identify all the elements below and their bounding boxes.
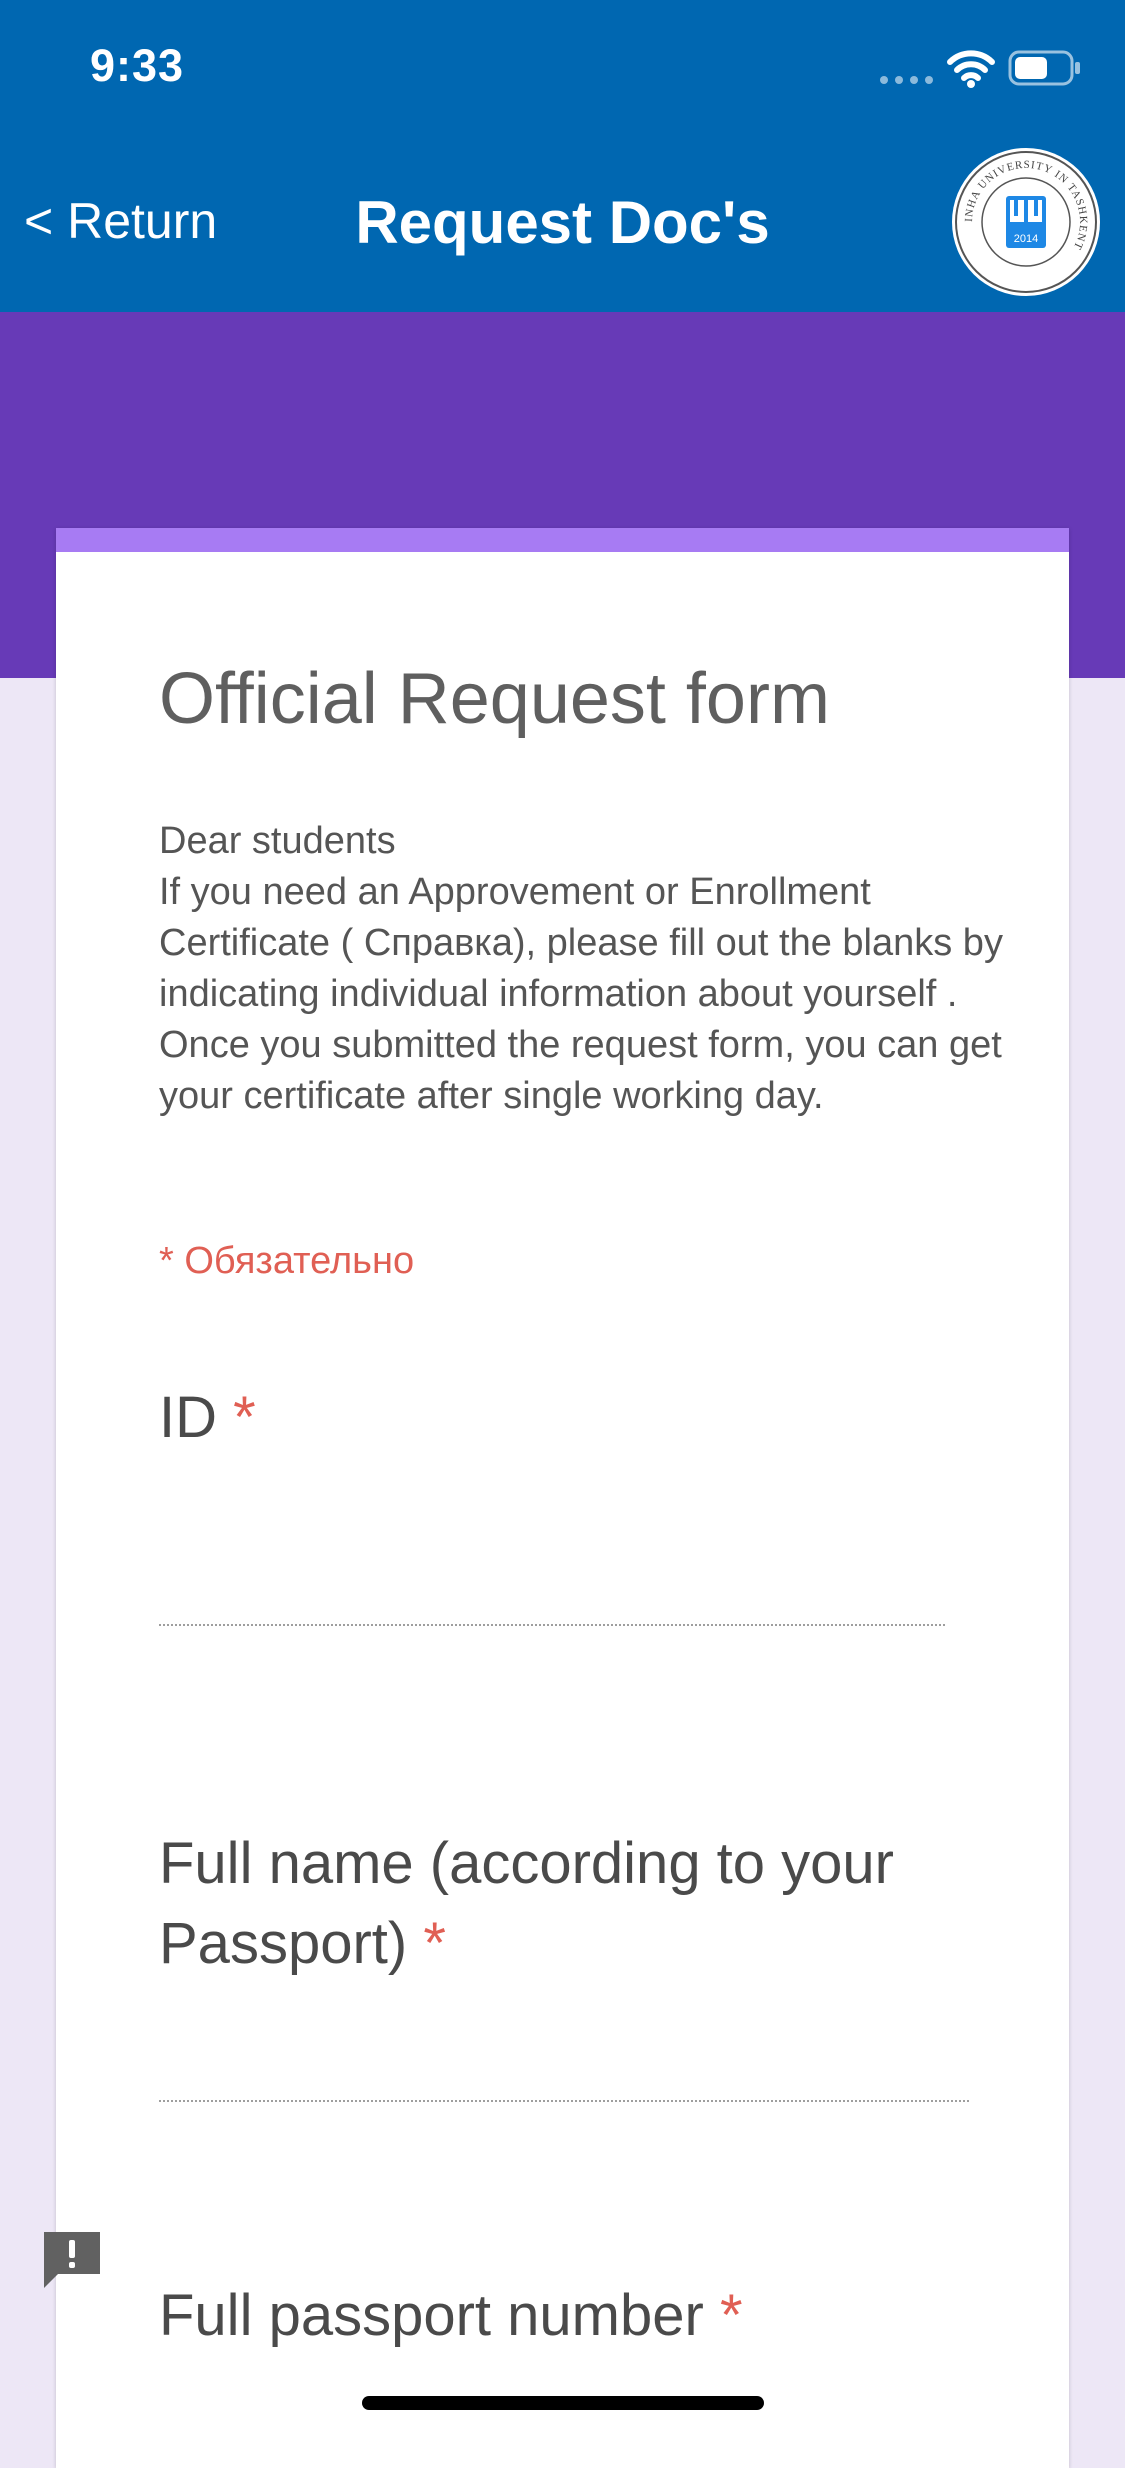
question-label-text: ID xyxy=(159,1385,217,1450)
required-note: * Обязательно xyxy=(159,1240,415,1282)
question-full-name-label: Full name (according to your Passport) * xyxy=(159,1824,1019,1984)
question-passport-label: Full passport number * xyxy=(159,2276,1019,2356)
navigation-bar: < Return Request Doc's INHA UNIVERSITY I… xyxy=(0,132,1125,312)
cellular-signal-icon xyxy=(880,76,933,84)
card-accent-bar xyxy=(56,528,1069,552)
question-label-text: Full passport number xyxy=(159,2283,704,2348)
required-asterisk: * xyxy=(423,1911,446,1976)
id-input[interactable] xyxy=(159,1624,945,1626)
logo-year: 2014 xyxy=(1014,233,1038,245)
required-asterisk: * xyxy=(233,1385,256,1450)
university-logo: INHA UNIVERSITY IN TASHKENT 2014 xyxy=(952,148,1100,296)
battery-icon xyxy=(1008,50,1080,86)
home-indicator[interactable] xyxy=(362,2396,764,2410)
required-asterisk: * xyxy=(719,2283,743,2348)
feedback-icon[interactable] xyxy=(40,2230,104,2290)
form-title: Official Request form xyxy=(159,659,830,739)
status-time: 9:33 xyxy=(90,40,185,91)
form-card: Official Request form Dear students If y… xyxy=(56,528,1069,2468)
question-id-label: ID * xyxy=(159,1378,1019,1458)
form-description: Dear students If you need an Approvement… xyxy=(159,820,1003,1117)
wifi-icon xyxy=(947,50,995,88)
status-bar: 9:33 xyxy=(0,0,1125,132)
full-name-input[interactable] xyxy=(159,2100,969,2102)
question-label-text: Full name (according to your Passport) xyxy=(159,1831,894,1976)
